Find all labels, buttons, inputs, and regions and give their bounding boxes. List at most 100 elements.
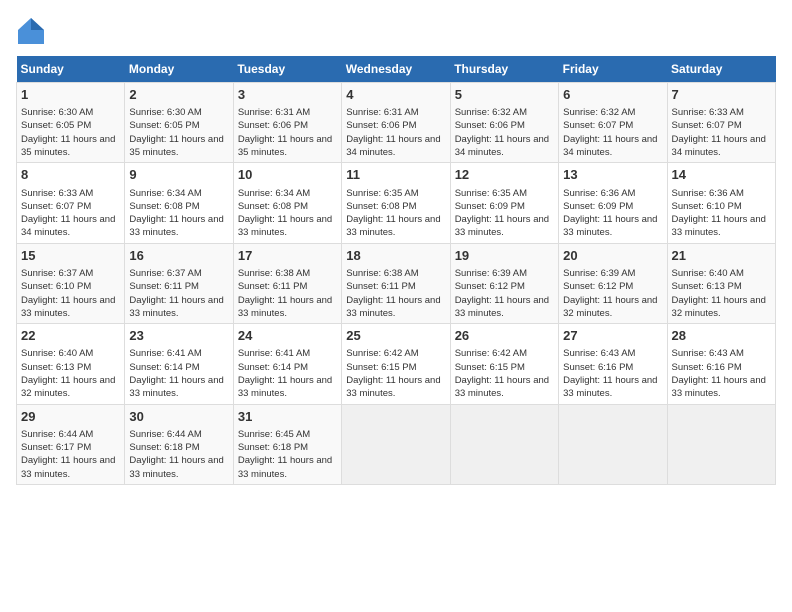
calendar-cell: 25Sunrise: 6:42 AMSunset: 6:15 PMDayligh…: [342, 324, 450, 404]
day-number: 24: [238, 327, 337, 345]
sunset: Sunset: 6:16 PM: [563, 362, 633, 373]
week-row-1: 1Sunrise: 6:30 AMSunset: 6:05 PMDaylight…: [17, 83, 776, 163]
sunset: Sunset: 6:11 PM: [346, 281, 416, 292]
sunset: Sunset: 6:11 PM: [129, 281, 199, 292]
day-number: 14: [672, 166, 771, 184]
sunrise: Sunrise: 6:34 AM: [129, 188, 201, 199]
sunset: Sunset: 6:14 PM: [238, 362, 308, 373]
day-number: 4: [346, 86, 445, 104]
sunset: Sunset: 6:16 PM: [672, 362, 742, 373]
day-number: 10: [238, 166, 337, 184]
calendar-cell: 5Sunrise: 6:32 AMSunset: 6:06 PMDaylight…: [450, 83, 558, 163]
sunset: Sunset: 6:06 PM: [455, 120, 525, 131]
sunset: Sunset: 6:15 PM: [346, 362, 416, 373]
day-number: 27: [563, 327, 662, 345]
daylight: Daylight: 11 hours and 33 minutes.: [238, 295, 332, 319]
calendar-cell: 6Sunrise: 6:32 AMSunset: 6:07 PMDaylight…: [559, 83, 667, 163]
day-number: 2: [129, 86, 228, 104]
sunrise: Sunrise: 6:37 AM: [129, 268, 201, 279]
sunset: Sunset: 6:09 PM: [455, 201, 525, 212]
day-number: 31: [238, 408, 337, 426]
week-row-3: 15Sunrise: 6:37 AMSunset: 6:10 PMDayligh…: [17, 243, 776, 323]
sunrise: Sunrise: 6:37 AM: [21, 268, 93, 279]
sunrise: Sunrise: 6:36 AM: [672, 188, 744, 199]
daylight: Daylight: 11 hours and 33 minutes.: [672, 214, 766, 238]
day-number: 26: [455, 327, 554, 345]
day-number: 12: [455, 166, 554, 184]
sunrise: Sunrise: 6:30 AM: [129, 107, 201, 118]
calendar-cell: 14Sunrise: 6:36 AMSunset: 6:10 PMDayligh…: [667, 163, 775, 243]
week-row-2: 8 Sunrise: 6:33 AM Sunset: 6:07 PM Daylight…: [17, 163, 776, 243]
daylight: Daylight: 11 hours and 34 minutes.: [672, 134, 766, 158]
sunset: Sunset: 6:18 PM: [129, 442, 199, 453]
calendar-cell: 16Sunrise: 6:37 AMSunset: 6:11 PMDayligh…: [125, 243, 233, 323]
sunset: Sunset: 6:15 PM: [455, 362, 525, 373]
sunset: Sunset: 6:12 PM: [563, 281, 633, 292]
calendar-cell: [667, 404, 775, 484]
sunset: Sunset: 6:11 PM: [238, 281, 308, 292]
calendar-cell: 11Sunrise: 6:35 AMSunset: 6:08 PMDayligh…: [342, 163, 450, 243]
day-number: 19: [455, 247, 554, 265]
sunrise: Sunrise: 6:35 AM: [455, 188, 527, 199]
calendar-cell: [342, 404, 450, 484]
sunset: Sunset: 6:06 PM: [346, 120, 416, 131]
logo: [16, 16, 50, 46]
day-number: 8: [21, 166, 120, 184]
day-number: 5: [455, 86, 554, 104]
calendar-cell: 20Sunrise: 6:39 AMSunset: 6:12 PMDayligh…: [559, 243, 667, 323]
day-number: 3: [238, 86, 337, 104]
calendar-cell: 10Sunrise: 6:34 AMSunset: 6:08 PMDayligh…: [233, 163, 341, 243]
daylight: Daylight: 11 hours and 33 minutes.: [238, 455, 332, 479]
calendar-cell: 15Sunrise: 6:37 AMSunset: 6:10 PMDayligh…: [17, 243, 125, 323]
sunset: Sunset: 6:10 PM: [21, 281, 91, 292]
daylight: Daylight: 11 hours and 34 minutes.: [455, 134, 549, 158]
daylight: Daylight: 11 hours and 35 minutes.: [238, 134, 332, 158]
sunset: Sunset: 6:07 PM: [21, 201, 91, 212]
daylight: Daylight: 11 hours and 33 minutes.: [455, 214, 549, 238]
calendar-cell: 29Sunrise: 6:44 AMSunset: 6:17 PMDayligh…: [17, 404, 125, 484]
calendar-cell: 30Sunrise: 6:44 AMSunset: 6:18 PMDayligh…: [125, 404, 233, 484]
sunrise: Sunrise: 6:38 AM: [346, 268, 418, 279]
sunrise: Sunrise: 6:45 AM: [238, 429, 310, 440]
sunrise: Sunrise: 6:31 AM: [346, 107, 418, 118]
sunset: Sunset: 6:06 PM: [238, 120, 308, 131]
sunrise: Sunrise: 6:41 AM: [129, 348, 201, 359]
day-number: 20: [563, 247, 662, 265]
sunrise: Sunrise: 6:33 AM: [21, 188, 93, 199]
sunset: Sunset: 6:05 PM: [21, 120, 91, 131]
calendar-cell: 9Sunrise: 6:34 AMSunset: 6:08 PMDaylight…: [125, 163, 233, 243]
sunrise: Sunrise: 6:30 AM: [21, 107, 93, 118]
sunset: Sunset: 6:18 PM: [238, 442, 308, 453]
daylight: Daylight: 11 hours and 32 minutes.: [21, 375, 115, 399]
daylight: Daylight: 11 hours and 34 minutes.: [21, 214, 115, 238]
sunrise: Sunrise: 6:38 AM: [238, 268, 310, 279]
sunset: Sunset: 6:08 PM: [238, 201, 308, 212]
sunrise: Sunrise: 6:42 AM: [455, 348, 527, 359]
day-number: 16: [129, 247, 228, 265]
week-row-4: 22Sunrise: 6:40 AMSunset: 6:13 PMDayligh…: [17, 324, 776, 404]
daylight: Daylight: 11 hours and 33 minutes.: [346, 214, 440, 238]
sunrise: Sunrise: 6:42 AM: [346, 348, 418, 359]
sunset: Sunset: 6:08 PM: [129, 201, 199, 212]
calendar-cell: 21Sunrise: 6:40 AMSunset: 6:13 PMDayligh…: [667, 243, 775, 323]
header-monday: Monday: [125, 56, 233, 83]
daylight: Daylight: 11 hours and 33 minutes.: [346, 375, 440, 399]
sunset: Sunset: 6:07 PM: [672, 120, 742, 131]
calendar-cell: 13Sunrise: 6:36 AMSunset: 6:09 PMDayligh…: [559, 163, 667, 243]
sunrise: Sunrise: 6:44 AM: [129, 429, 201, 440]
calendar-cell: 19Sunrise: 6:39 AMSunset: 6:12 PMDayligh…: [450, 243, 558, 323]
daylight: Daylight: 11 hours and 32 minutes.: [563, 295, 657, 319]
daylight: Daylight: 11 hours and 33 minutes.: [129, 214, 223, 238]
calendar-cell: 24Sunrise: 6:41 AMSunset: 6:14 PMDayligh…: [233, 324, 341, 404]
calendar-cell: 4Sunrise: 6:31 AMSunset: 6:06 PMDaylight…: [342, 83, 450, 163]
daylight: Daylight: 11 hours and 33 minutes.: [21, 295, 115, 319]
calendar-cell: 23Sunrise: 6:41 AMSunset: 6:14 PMDayligh…: [125, 324, 233, 404]
day-number: 23: [129, 327, 228, 345]
daylight: Daylight: 11 hours and 33 minutes.: [238, 375, 332, 399]
sunset: Sunset: 6:08 PM: [346, 201, 416, 212]
sunrise: Sunrise: 6:36 AM: [563, 188, 635, 199]
daylight: Daylight: 11 hours and 35 minutes.: [21, 134, 115, 158]
daylight: Daylight: 11 hours and 33 minutes.: [346, 295, 440, 319]
header-friday: Friday: [559, 56, 667, 83]
calendar-cell: 8 Sunrise: 6:33 AM Sunset: 6:07 PM Daylight…: [17, 163, 125, 243]
